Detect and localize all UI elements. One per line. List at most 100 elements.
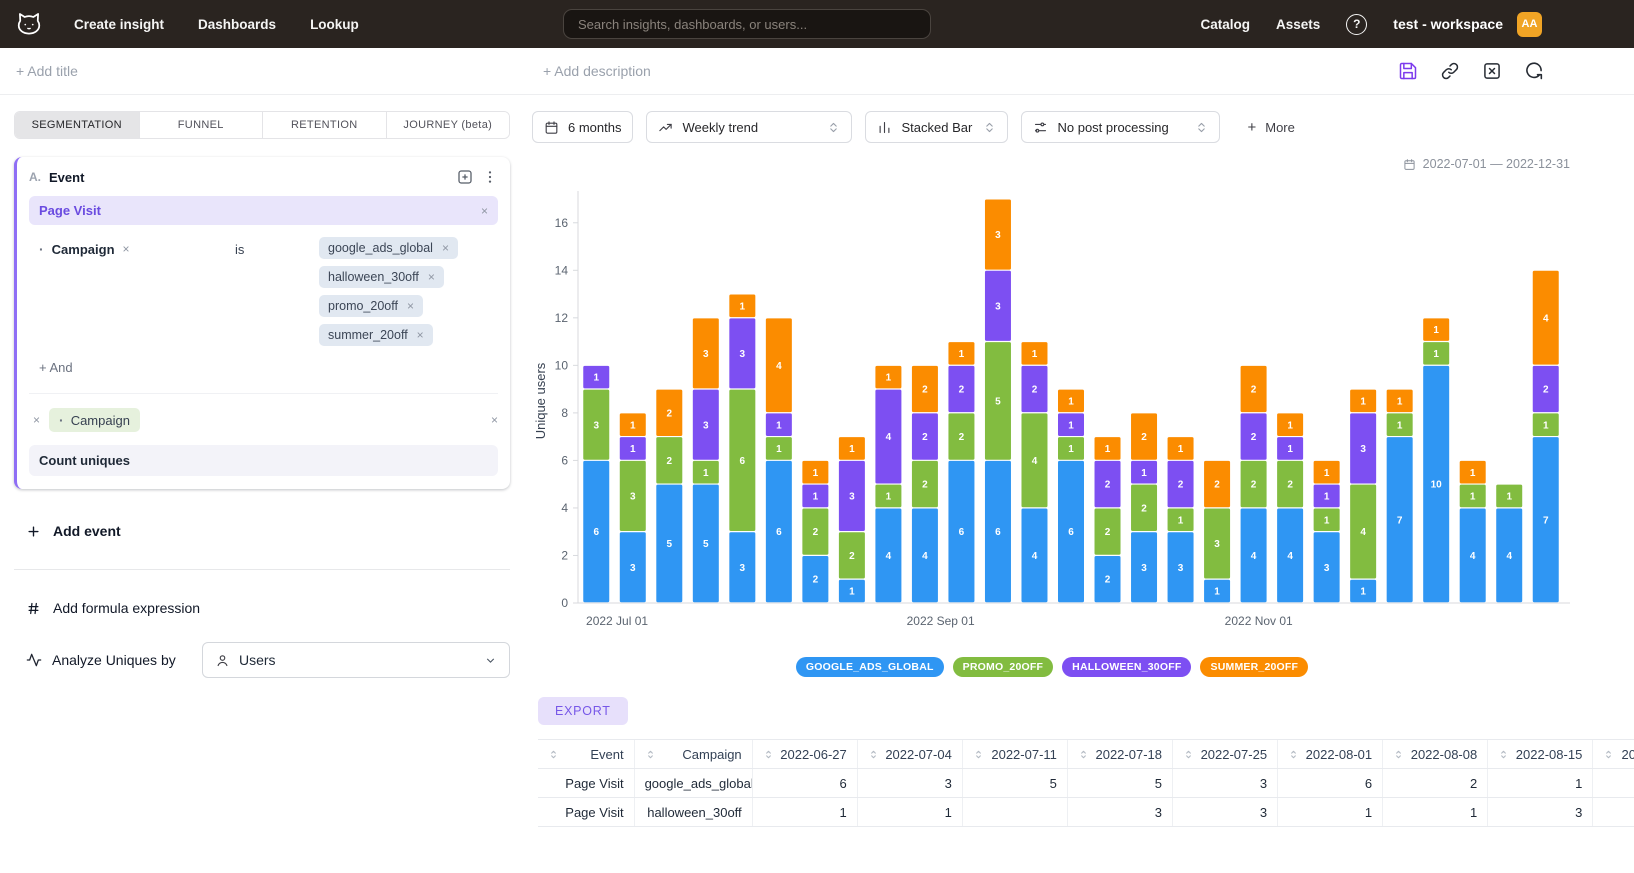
add-event-button[interactable]: Add event xyxy=(14,523,510,539)
nav-lookup[interactable]: Lookup xyxy=(310,17,359,32)
bar-value-label: 6 xyxy=(995,527,1001,538)
nav-dashboards[interactable]: Dashboards xyxy=(198,17,276,32)
tab-segmentation[interactable]: SEGMENTATION xyxy=(15,112,139,138)
avatar[interactable]: AA xyxy=(1517,12,1542,37)
filter-value-tag[interactable]: google_ads_global× xyxy=(319,237,458,259)
trend-line-icon xyxy=(658,120,673,135)
more-options-button[interactable]: + More xyxy=(1247,119,1294,136)
column-header-2022-08-01[interactable]: 2022-08-01 xyxy=(1278,740,1383,769)
remove-value-icon[interactable]: × xyxy=(407,300,414,312)
column-header-2022-07-25[interactable]: 2022-07-25 xyxy=(1172,740,1277,769)
filter-property-name[interactable]: Campaign xyxy=(52,242,115,257)
remove-value-icon[interactable]: × xyxy=(428,271,435,283)
global-search-input[interactable] xyxy=(563,9,931,39)
column-header-2022-07-11[interactable]: 2022-07-11 xyxy=(962,740,1067,769)
remove-breakdown-icon[interactable]: × xyxy=(33,414,40,426)
column-header-event[interactable]: Event xyxy=(538,740,634,769)
export-button[interactable]: EXPORT xyxy=(538,697,628,725)
aggregation-selector[interactable]: Count uniques xyxy=(29,445,498,476)
help-icon[interactable]: ? xyxy=(1346,14,1367,35)
time-range-button[interactable]: 6 months xyxy=(532,111,633,143)
tab-funnel[interactable]: FUNNEL xyxy=(139,112,263,138)
remove-value-icon[interactable]: × xyxy=(417,329,424,341)
sort-icon[interactable] xyxy=(973,749,984,760)
column-header-2022-08-15[interactable]: 2022-08-15 xyxy=(1488,740,1593,769)
column-header-2022-07-18[interactable]: 2022-07-18 xyxy=(1067,740,1172,769)
refresh-icon[interactable] xyxy=(1524,61,1544,81)
remove-value-icon[interactable]: × xyxy=(442,242,449,254)
chart-area: 6 months Weekly trend Stacked Bar xyxy=(512,95,1634,827)
filter-operator[interactable]: is xyxy=(235,237,319,257)
add-title-button[interactable]: + Add title xyxy=(16,63,78,79)
remove-event-icon[interactable]: × xyxy=(481,205,488,217)
share-link-icon[interactable] xyxy=(1440,61,1460,81)
bar-value-label: 2 xyxy=(849,551,855,562)
tab-journey-beta[interactable]: JOURNEY (beta) xyxy=(386,112,510,138)
column-header-2022-08-08[interactable]: 2022-08-08 xyxy=(1383,740,1488,769)
tab-retention[interactable]: RETENTION xyxy=(262,112,386,138)
bar-value-label: 1 xyxy=(1178,444,1184,455)
sort-icon[interactable] xyxy=(1183,749,1194,760)
bar-value-label: 1 xyxy=(1105,444,1111,455)
column-header-2022-07-04[interactable]: 2022-07-04 xyxy=(857,740,962,769)
sort-icon[interactable] xyxy=(868,749,879,760)
legend-item-google_ads_global[interactable]: GOOGLE_ADS_GLOBAL xyxy=(796,657,944,677)
legend-item-promo_20off[interactable]: PROMO_20OFF xyxy=(953,657,1054,677)
filter-value-tag[interactable]: summer_20off× xyxy=(319,324,433,346)
sort-icon[interactable] xyxy=(1078,749,1089,760)
column-header-2022-06-27[interactable]: 2022-06-27 xyxy=(752,740,857,769)
legend-item-summer_20off[interactable]: SUMMER_20OFF xyxy=(1200,657,1308,677)
remove-property-icon[interactable]: × xyxy=(123,243,130,255)
cell-value: 1 xyxy=(752,798,857,827)
sort-icon[interactable] xyxy=(1288,749,1299,760)
selected-event[interactable]: Page Visit × xyxy=(29,196,498,225)
cell-value: 6 xyxy=(752,769,857,798)
sort-icon[interactable] xyxy=(548,749,559,760)
clear-breakdown-icon[interactable]: × xyxy=(491,414,498,426)
sort-icon[interactable] xyxy=(1393,749,1404,760)
filter-value-tag[interactable]: halloween_30off× xyxy=(319,266,444,288)
sort-icon[interactable] xyxy=(1498,749,1509,760)
bar-value-label: 6 xyxy=(1068,527,1074,538)
add-description-button[interactable]: + Add description xyxy=(543,63,651,79)
sort-icon[interactable] xyxy=(645,749,656,760)
post-processing-select[interactable]: No post processing xyxy=(1021,111,1220,143)
filter-property: · Campaign × xyxy=(39,237,235,257)
column-header-2022-08-22[interactable]: 2022-08-22 xyxy=(1593,740,1634,769)
bar-value-label: 2 xyxy=(1178,480,1184,491)
y-tick-label: 16 xyxy=(555,216,569,230)
bar-value-label: 1 xyxy=(1068,420,1074,431)
bar-value-label: 1 xyxy=(1032,349,1038,360)
add-and-condition-button[interactable]: + And xyxy=(29,360,498,375)
trend-select[interactable]: Weekly trend xyxy=(646,111,852,143)
cell-value: 1 xyxy=(1488,769,1593,798)
bar-value-label: 3 xyxy=(593,420,599,431)
app-root: Create insight Dashboards Lookup Catalog… xyxy=(0,0,1634,827)
nav-catalog[interactable]: Catalog xyxy=(1200,17,1250,32)
sort-icon[interactable] xyxy=(763,749,774,760)
legend-item-halloween_30off[interactable]: HALLOWEEN_30OFF xyxy=(1062,657,1191,677)
column-header-campaign[interactable]: Campaign xyxy=(634,740,752,769)
nav-create-insight[interactable]: Create insight xyxy=(74,17,164,32)
add-filter-icon[interactable] xyxy=(456,168,474,186)
main-content: SEGMENTATIONFUNNELRETENTIONJOURNEY (beta… xyxy=(0,95,1634,827)
sort-icon[interactable] xyxy=(1603,749,1614,760)
nav-assets[interactable]: Assets xyxy=(1276,17,1320,32)
column-label: 2022-08-15 xyxy=(1516,747,1583,762)
bar-value-label: 2 xyxy=(1214,480,1220,491)
filter-value-tag[interactable]: promo_20off × xyxy=(319,295,423,317)
analyze-by-select[interactable]: Users xyxy=(202,642,510,678)
save-icon[interactable] xyxy=(1398,61,1418,81)
workspace-name[interactable]: test - workspace xyxy=(1393,16,1503,32)
add-formula-button[interactable]: Add formula expression xyxy=(14,600,510,616)
clear-insight-icon[interactable] xyxy=(1482,61,1502,81)
event-menu-kebab-icon[interactable] xyxy=(482,169,498,185)
filter-value-label: promo_20off xyxy=(328,299,398,313)
breakdown-property-pill[interactable]: · Campaign xyxy=(49,408,140,432)
navbar-right: Catalog Assets ? test - workspace AA xyxy=(1200,12,1542,37)
bar-value-label: 2 xyxy=(1251,432,1257,443)
bar-value-label: 1 xyxy=(703,468,709,479)
chevrons-up-down-icon xyxy=(827,121,840,134)
app-logo-cat-icon[interactable] xyxy=(14,9,44,39)
chart-type-select[interactable]: Stacked Bar xyxy=(865,111,1008,143)
